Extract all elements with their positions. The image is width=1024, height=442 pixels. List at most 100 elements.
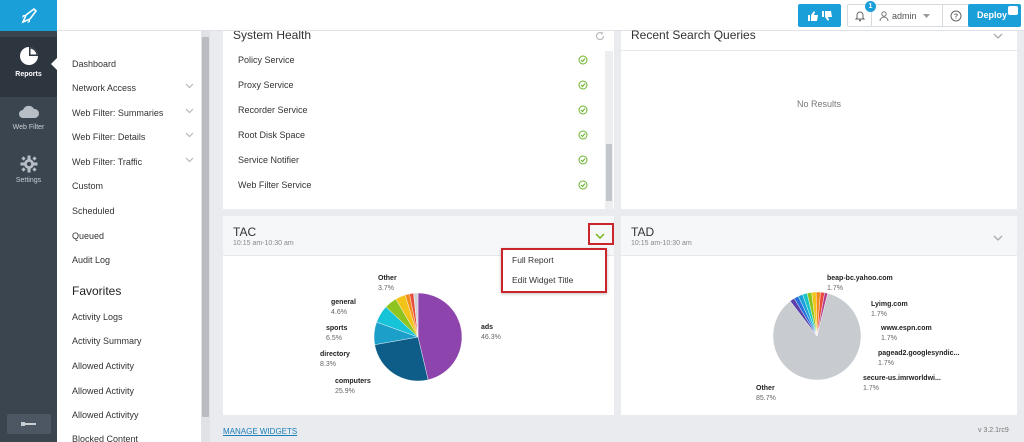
tac-pie-chart	[373, 292, 463, 382]
subnav-item-label: Scheduled	[72, 206, 115, 216]
health-row: Recorder Service	[238, 105, 588, 115]
tad-pie-chart	[772, 291, 862, 381]
deploy-button[interactable]: Deploy	[968, 4, 1021, 27]
pie-percent: 6.5%	[326, 335, 342, 342]
pie-label: beap-bc.yahoo.com	[827, 275, 893, 282]
list-icon	[1008, 6, 1018, 15]
check-circle-icon	[578, 55, 588, 65]
subnav-item[interactable]: Queued	[72, 231, 194, 241]
widget-menu: Full Report Edit Widget Title	[501, 248, 607, 293]
pie-percent: 25.9%	[335, 388, 355, 395]
chevron-down-icon	[185, 83, 194, 89]
gear-icon	[20, 155, 37, 173]
pie-percent: 1.7%	[863, 385, 879, 392]
pie-percent: 1.7%	[827, 285, 843, 292]
rail-label-settings: Settings	[15, 177, 42, 184]
pie-label: ads	[481, 324, 494, 331]
pie-label: secure-us.imrworldwi...	[863, 375, 941, 382]
chevron-down-icon[interactable]	[993, 33, 1003, 39]
pie-label: www.espn.com	[881, 325, 932, 332]
favorite-item[interactable]: Activity Summary	[72, 336, 194, 346]
version-label: v 3.2.1rc9	[978, 427, 1009, 434]
health-row-label: Recorder Service	[238, 105, 308, 115]
subnav-item[interactable]: Audit Log	[72, 255, 194, 265]
thumbs-up-down-icon	[807, 10, 832, 21]
key-icon	[21, 422, 36, 426]
user-menu[interactable]: admin	[873, 5, 943, 26]
caret-down-icon	[922, 13, 930, 18]
subnav-item-label: Web Filter: Summaries	[72, 108, 164, 118]
health-scroll-thumb[interactable]	[606, 144, 612, 201]
pie-label: directory	[320, 351, 350, 358]
subnav-item[interactable]: Web Filter: Traffic	[72, 157, 194, 167]
pie-chart-icon	[19, 47, 38, 65]
subnav-scroll-thumb[interactable]	[202, 37, 209, 417]
tac-widget: TAC 10:15 am-10:30 am ads 46.3% computers 2…	[223, 216, 614, 415]
health-row-label: Root Disk Space	[238, 130, 306, 140]
subnav-item[interactable]: Web Filter: Summaries	[72, 108, 194, 118]
rail-label-reports: Reports	[15, 71, 42, 78]
help-button[interactable]: ?	[943, 5, 968, 26]
widget-title: System Health	[233, 31, 312, 42]
widget-title: Recent Search Queries	[631, 28, 756, 42]
left-rail: Reports Web Filter Settings	[0, 0, 57, 442]
favorite-item[interactable]: Allowed Activityy	[72, 410, 194, 420]
health-row: Proxy Service	[238, 80, 588, 90]
health-row: Web Filter Service	[238, 180, 588, 190]
check-circle-icon	[578, 180, 588, 190]
active-pointer	[51, 58, 57, 70]
help-icon: ?	[950, 10, 961, 21]
deploy-label: Deploy	[977, 10, 1008, 20]
health-row-label: Policy Service	[238, 55, 295, 65]
health-scrollbar[interactable]	[605, 51, 613, 209]
favorite-item[interactable]: Allowed Activity	[72, 386, 194, 396]
manage-widgets-link[interactable]: MANAGE WIDGETS	[223, 427, 297, 436]
bell-icon	[854, 11, 865, 21]
pie-percent: 85.7%	[756, 395, 776, 402]
rail-item-settings[interactable]: Settings	[0, 155, 57, 191]
subnav-item-label: Queued	[72, 231, 105, 241]
subnav-item[interactable]: Network Access	[72, 83, 194, 93]
recent-queries-widget: Recent Search Queries No Results	[621, 28, 1017, 209]
health-row-label: Web Filter Service	[238, 180, 312, 190]
notifications-button[interactable]: 1	[848, 1, 876, 26]
pie-label: general	[331, 299, 356, 306]
favorite-item[interactable]: Activity Logs	[72, 312, 194, 322]
check-circle-icon	[578, 105, 588, 115]
chevron-down-icon[interactable]	[993, 235, 1003, 241]
rail-item-reports[interactable]: Reports	[0, 37, 57, 97]
subnav-item[interactable]: Dashboard	[72, 59, 194, 69]
pie-percent: 1.7%	[878, 360, 894, 367]
subnav-scrollbar[interactable]	[201, 31, 210, 442]
health-row: Root Disk Space	[238, 130, 588, 140]
menu-item-full-report[interactable]: Full Report	[512, 255, 554, 265]
subnav-item-label: Web Filter: Details	[72, 132, 146, 142]
app-logo[interactable]	[0, 0, 57, 31]
chevron-down-icon	[185, 132, 194, 138]
collapse-sidebar-button[interactable]	[7, 414, 51, 434]
check-circle-icon	[578, 130, 588, 140]
subnav-item[interactable]: Custom	[72, 181, 194, 191]
subnav-item-label: Web Filter: Traffic	[72, 157, 143, 167]
pie-percent: 3.7%	[378, 285, 394, 292]
subnav-item[interactable]: Web Filter: Details	[72, 132, 194, 142]
pie-label: computers	[335, 378, 371, 385]
menu-item-edit-widget-title[interactable]: Edit Widget Title	[512, 275, 573, 285]
rocket-icon	[20, 7, 37, 24]
refresh-icon[interactable]	[595, 31, 605, 41]
rail-label-web-filter: Web Filter	[12, 124, 45, 131]
user-name: admin	[892, 10, 917, 21]
rail-item-web-filter[interactable]: Web Filter	[0, 104, 57, 140]
system-health-widget: System Health Policy Service Proxy Servic…	[223, 31, 614, 209]
subnav-item[interactable]: Scheduled	[72, 206, 194, 216]
subnav-item-label: Dashboard	[72, 59, 117, 69]
pie-percent: 8.3%	[320, 361, 336, 368]
favorite-item[interactable]: Blocked Content	[72, 434, 194, 442]
pie-percent: 1.7%	[881, 335, 897, 342]
tad-widget: TAD 10:15 am-10:30 am beap-bc.yahoo.com 1…	[621, 216, 1017, 415]
user-icon	[879, 10, 889, 21]
favorite-item[interactable]: Allowed Activity	[72, 361, 194, 371]
widget-title: TAD	[631, 225, 655, 239]
top-bar: 1 admin ? Deploy	[57, 0, 1024, 31]
feedback-button[interactable]	[798, 4, 841, 27]
